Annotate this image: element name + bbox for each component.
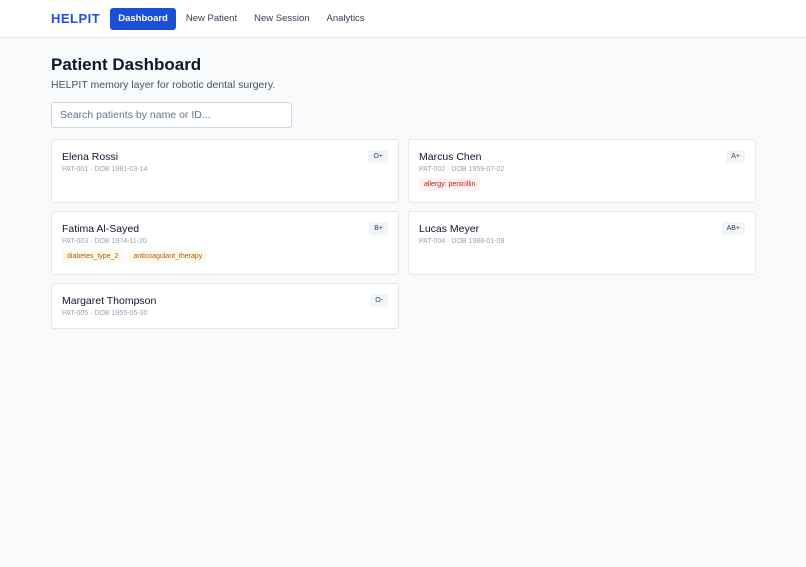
patient-card[interactable]: Margaret Thompson PAT-005 · DOB 1955-05-…	[51, 283, 399, 329]
condition-tag: diabetes_type_2	[62, 250, 124, 263]
patient-name: Margaret Thompson	[62, 295, 157, 307]
nav-new-session[interactable]: New Session	[246, 8, 317, 30]
patient-id-dob: PAT-001 · DOB 1981-03-14	[62, 166, 148, 173]
patient-name: Elena Rossi	[62, 151, 119, 163]
patient-card[interactable]: Fatima Al-Sayed PAT-003 · DOB 1974-11-20…	[51, 211, 399, 275]
blood-type-badge: A+	[726, 150, 745, 163]
page-subtitle: HELPIT memory layer for robotic dental s…	[51, 79, 276, 91]
blood-type-badge: AB+	[721, 222, 745, 235]
patient-tags: diabetes_type_2 anticoagulant_therapy	[62, 250, 388, 263]
nav-dashboard[interactable]: Dashboard	[110, 7, 176, 30]
patient-card[interactable]: Lucas Meyer PAT-004 · DOB 1988-01-09 AB+	[408, 211, 756, 275]
nav-new-patient[interactable]: New Patient	[178, 8, 245, 30]
patient-id-dob: PAT-005 · DOB 1955-05-30	[62, 310, 148, 317]
patient-tags: allergy: penicillin	[419, 178, 745, 191]
blood-type-badge: O+	[368, 150, 388, 163]
nav-analytics[interactable]: Analytics	[319, 8, 373, 30]
patient-name: Marcus Chen	[419, 151, 482, 163]
patient-search-input[interactable]	[51, 102, 292, 128]
allergy-tag: allergy: penicillin	[419, 178, 481, 191]
top-navbar: HELPIT Dashboard New Patient New Session…	[0, 0, 806, 38]
patient-card-grid: Elena Rossi PAT-001 · DOB 1981-03-14 O+ …	[51, 139, 756, 329]
condition-tag: anticoagulant_therapy	[128, 250, 208, 263]
brand-logo[interactable]: HELPIT	[51, 11, 100, 26]
blood-type-badge: O-	[370, 294, 388, 307]
blood-type-badge: B+	[369, 222, 388, 235]
main-content: Patient Dashboard HELPIT memory layer fo…	[0, 38, 806, 329]
page-title: Patient Dashboard	[51, 55, 202, 74]
patient-card[interactable]: Marcus Chen PAT-002 · DOB 1959-07-02 A+ …	[408, 139, 756, 203]
patient-id-dob: PAT-003 · DOB 1974-11-20	[62, 238, 147, 245]
patient-name: Lucas Meyer	[419, 223, 480, 235]
patient-name: Fatima Al-Sayed	[62, 223, 140, 235]
patient-id-dob: PAT-002 · DOB 1959-07-02	[419, 166, 505, 173]
patient-id-dob: PAT-004 · DOB 1988-01-09	[419, 238, 505, 245]
patient-card[interactable]: Elena Rossi PAT-001 · DOB 1981-03-14 O+	[51, 139, 399, 203]
